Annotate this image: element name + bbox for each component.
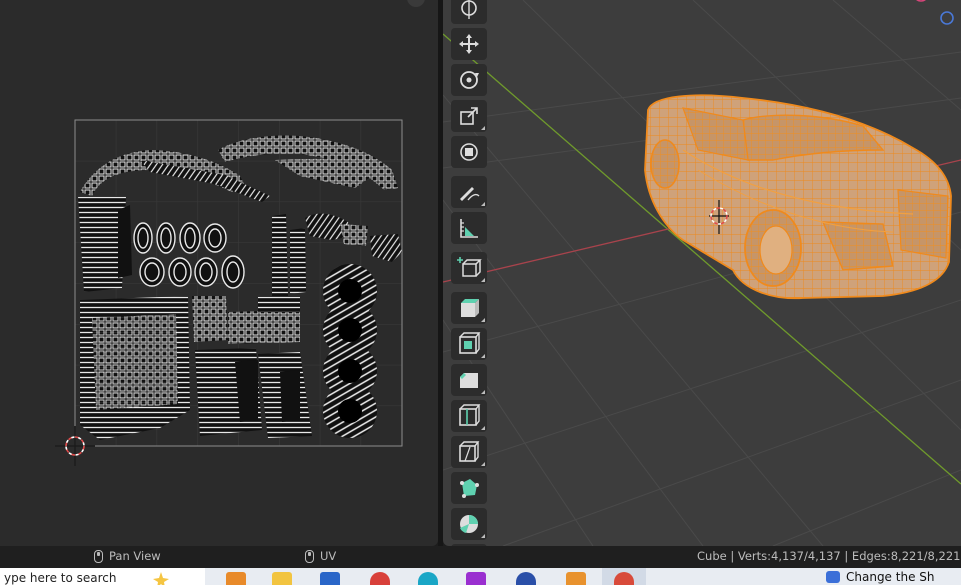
loop-cut-icon [459, 404, 481, 426]
taskbar-app-blender-orange-icon[interactable] [226, 572, 246, 585]
tool-bevel[interactable] [451, 364, 487, 396]
bevel-icon [460, 373, 478, 388]
add-cube-icon [457, 257, 482, 277]
taskbar-notification[interactable]: Change the Sh [826, 568, 961, 585]
tool-rotate[interactable] [451, 64, 487, 96]
notification-text: Change the Sh [846, 569, 935, 584]
tool-knife[interactable] [451, 436, 487, 468]
scene-statistics-text: Cube | Verts:4,137/4,137 | Edges:8,221/8… [697, 549, 961, 563]
mouse-middle-icon [94, 549, 103, 563]
annotate-icon [460, 187, 480, 201]
taskbar-app-globe-icon[interactable] [516, 572, 536, 585]
cursor-icon [461, 0, 477, 19]
transform-icon [460, 143, 478, 161]
tool-add-cube[interactable] [451, 252, 487, 284]
status-uv: UV [305, 549, 336, 563]
taskbar-app-purple-icon[interactable] [466, 572, 486, 585]
rotate-icon [460, 71, 479, 89]
tool-poly-build[interactable] [451, 472, 487, 504]
status-pan-view: Pan View [94, 549, 161, 563]
taskbar-app-edge-icon[interactable] [418, 572, 438, 585]
notification-app-icon [826, 570, 840, 583]
tool-loop-cut[interactable] [451, 400, 487, 432]
inset-faces-icon [459, 332, 481, 354]
spin-icon [460, 515, 478, 533]
extrude-region-icon [461, 299, 479, 317]
car-mesh[interactable] [644, 94, 952, 300]
tool-transform[interactable] [451, 136, 487, 168]
tool-annotate[interactable] [451, 176, 487, 208]
tool-inset-faces[interactable] [451, 328, 487, 360]
viewport-canvas[interactable] [443, 0, 961, 546]
uv-header-button[interactable] [407, 0, 425, 7]
scene-statistics: Cube | Verts:4,137/4,137 | Edges:8,221/8… [697, 549, 961, 563]
measure-icon [460, 219, 478, 238]
taskbar-app-file-explorer-icon[interactable] [272, 572, 292, 585]
3d-viewport-panel[interactable] [443, 0, 961, 546]
windows-taskbar: ype here to search Change the Sh [0, 568, 961, 585]
tool-shelf [451, 0, 489, 546]
knife-icon [459, 441, 480, 462]
move-icon [459, 34, 479, 54]
scale-icon [460, 107, 478, 125]
uv-canvas[interactable] [0, 0, 438, 546]
status-uv-label: UV [320, 549, 337, 563]
gizmo-x-dot[interactable] [914, 0, 928, 2]
status-bar: Pan View UV Cube | Verts:4,137/4,137 | E… [0, 546, 961, 568]
gizmo-y-dot[interactable] [940, 11, 954, 25]
sparkle-icon [153, 572, 169, 585]
tool-move[interactable] [451, 28, 487, 60]
tool-measure[interactable] [451, 212, 487, 244]
tool-extrude-region[interactable] [451, 292, 487, 324]
poly-build-icon [460, 479, 479, 498]
taskbar-search-box[interactable]: ype here to search [0, 568, 205, 585]
tool-cursor[interactable] [451, 0, 487, 24]
taskbar-app-store-icon[interactable] [320, 572, 340, 585]
uv-editor-panel[interactable] [0, 0, 438, 546]
tool-scale[interactable] [451, 100, 487, 132]
taskbar-search-text: ype here to search [4, 571, 117, 585]
taskbar-app-recorder-icon[interactable] [614, 572, 634, 585]
mouse-right-icon [305, 549, 314, 563]
tool-spin[interactable] [451, 508, 487, 540]
taskbar-app-chrome-icon[interactable] [370, 572, 390, 585]
status-pan-view-label: Pan View [109, 549, 161, 563]
taskbar-app-blender-icon[interactable] [566, 572, 586, 585]
